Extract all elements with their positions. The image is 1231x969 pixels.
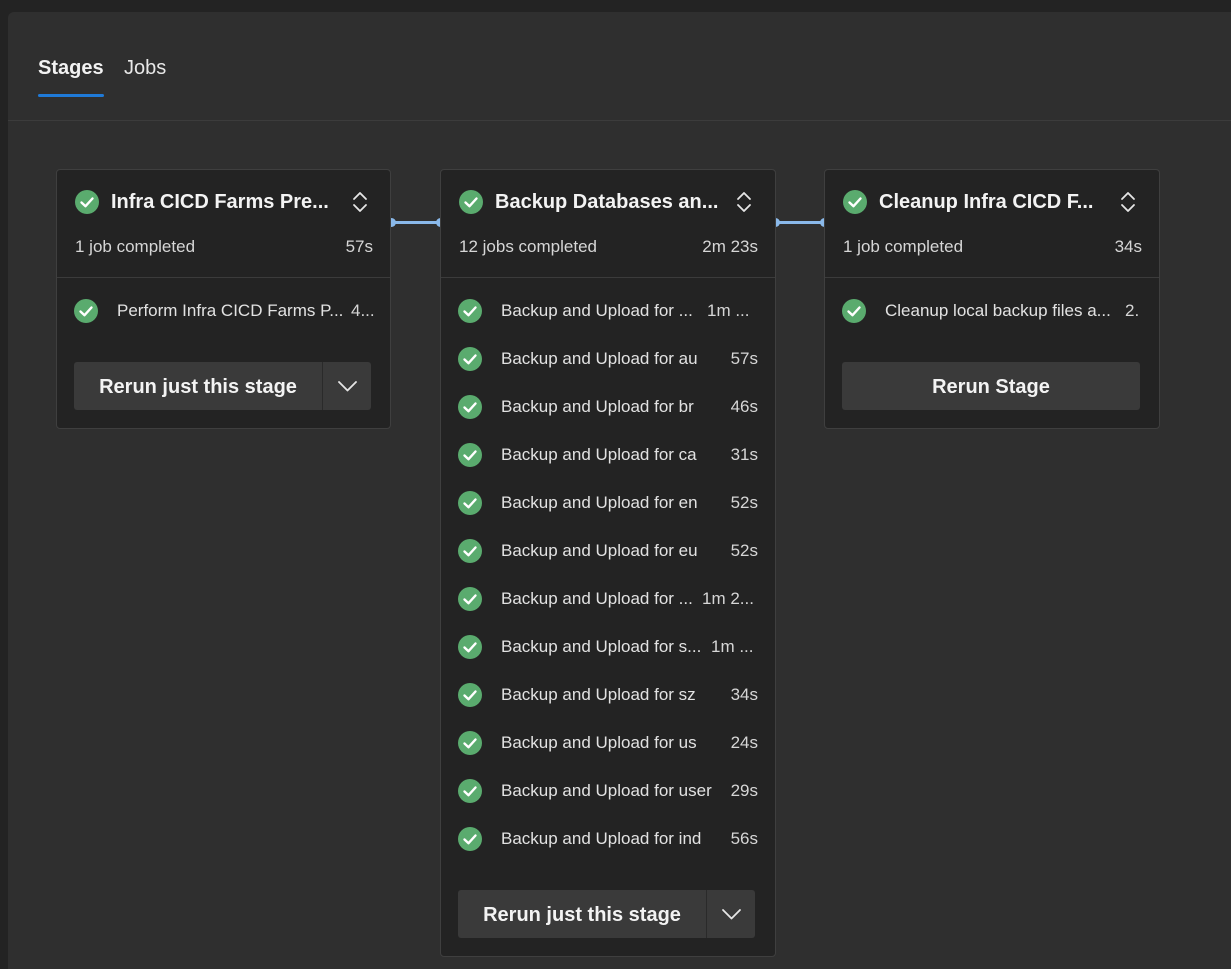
- job-time: 1m 2...: [702, 589, 754, 608]
- success-check-icon: [842, 299, 866, 323]
- job-time: 24s: [730, 733, 758, 752]
- job-time: 46s: [730, 397, 758, 416]
- split-divider: [322, 362, 323, 410]
- job-label: Backup and Upload for ...: [501, 589, 693, 608]
- rerun-button-label: Rerun Stage: [932, 376, 1050, 398]
- job-row[interactable]: Backup and Upload for en 52s: [441, 479, 775, 527]
- success-check-icon: [458, 443, 482, 467]
- stage-card-infra-cicd: Infra CICD Farms Pre... 1 job completed …: [56, 169, 391, 429]
- stage-connector-1: [392, 221, 440, 224]
- job-label: Backup and Upload for au: [501, 349, 698, 368]
- job-time: 52s: [730, 493, 758, 512]
- job-label: Backup and Upload for ca: [501, 445, 697, 464]
- job-row[interactable]: Backup and Upload for ... 1m 2...: [441, 575, 775, 623]
- job-row[interactable]: Backup and Upload for user 29s: [441, 767, 775, 815]
- job-time: 4...: [351, 301, 375, 320]
- rerun-just-this-stage-button[interactable]: Rerun just this stage: [458, 890, 706, 938]
- expand-collapse-icon[interactable]: [1117, 190, 1139, 214]
- job-row[interactable]: Backup and Upload for eu 52s: [441, 527, 775, 575]
- stage-card-backup-databases: Backup Databases an... 12 jobs completed…: [440, 169, 776, 957]
- job-label: Perform Infra CICD Farms P...: [117, 301, 344, 320]
- tab-stages[interactable]: Stages: [38, 56, 104, 97]
- job-label: Backup and Upload for ...: [501, 301, 693, 320]
- tab-jobs[interactable]: Jobs: [124, 56, 166, 80]
- job-row[interactable]: Perform Infra CICD Farms P... 4...: [57, 287, 390, 335]
- job-time: 56s: [730, 829, 758, 848]
- job-row[interactable]: Backup and Upload for ca 31s: [441, 431, 775, 479]
- stage-title: Backup Databases an...: [495, 191, 719, 213]
- expand-collapse-icon[interactable]: [733, 190, 755, 214]
- rerun-just-this-stage-button[interactable]: Rerun just this stage: [74, 362, 322, 410]
- stage-duration: 2m 23s: [702, 237, 758, 256]
- job-label: Backup and Upload for user: [501, 781, 712, 800]
- stage-summary: 1 job completed: [843, 237, 964, 256]
- success-check-icon: [74, 299, 98, 323]
- chevron-down-icon[interactable]: [708, 890, 755, 938]
- job-time: 52s: [730, 541, 758, 560]
- stage-header[interactable]: Backup Databases an... 12 jobs completed…: [441, 170, 775, 278]
- job-time: 29s: [730, 781, 758, 800]
- stage-summary: 12 jobs completed: [459, 237, 597, 256]
- job-row[interactable]: Backup and Upload for br 46s: [441, 383, 775, 431]
- rerun-button-label: Rerun just this stage: [483, 904, 681, 926]
- stage-title: Infra CICD Farms Pre...: [111, 191, 329, 213]
- success-check-icon: [458, 779, 482, 803]
- success-check-icon: [458, 587, 482, 611]
- job-row[interactable]: Backup and Upload for ... 1m ...: [441, 287, 775, 335]
- job-row[interactable]: Backup and Upload for s... 1m ...: [441, 623, 775, 671]
- stage-summary: 1 job completed: [75, 237, 196, 256]
- job-label: Backup and Upload for sz: [501, 685, 696, 704]
- tab-stages-label: Stages: [38, 57, 104, 79]
- success-check-icon: [458, 299, 482, 323]
- stage-header[interactable]: Cleanup Infra CICD F... 1 job completed …: [825, 170, 1159, 278]
- job-row[interactable]: Backup and Upload for us 24s: [441, 719, 775, 767]
- success-check-icon: [458, 539, 482, 563]
- job-time: 57s: [730, 349, 758, 368]
- stage-duration: 57s: [345, 237, 373, 256]
- active-tab-indicator: [38, 94, 104, 97]
- stage-connector-2: [776, 221, 824, 224]
- job-label: Backup and Upload for eu: [501, 541, 698, 560]
- job-label: Backup and Upload for br: [501, 397, 694, 416]
- success-check-icon: [75, 190, 99, 214]
- expand-collapse-icon[interactable]: [349, 190, 371, 214]
- success-check-icon: [458, 347, 482, 371]
- success-check-icon: [458, 683, 482, 707]
- success-check-icon: [459, 190, 483, 214]
- stage-title: Cleanup Infra CICD F...: [879, 191, 1094, 213]
- rerun-stage-split-button: Rerun just this stage: [458, 890, 755, 938]
- split-divider: [706, 890, 707, 938]
- success-check-icon: [458, 635, 482, 659]
- job-time: 1m ...: [711, 637, 754, 656]
- success-check-icon: [458, 491, 482, 515]
- pipeline-panel: Stages Jobs Infra CICD Farms Pre... 1 jo…: [8, 12, 1231, 969]
- job-label: Cleanup local backup files a...: [885, 301, 1111, 320]
- job-label: Backup and Upload for s...: [501, 637, 702, 656]
- job-label: Backup and Upload for us: [501, 733, 697, 752]
- rerun-stage-button[interactable]: Rerun Stage: [842, 362, 1140, 410]
- success-check-icon: [458, 395, 482, 419]
- job-time: 31s: [730, 445, 758, 464]
- success-check-icon: [843, 190, 867, 214]
- success-check-icon: [458, 827, 482, 851]
- tab-jobs-label: Jobs: [124, 57, 167, 79]
- job-label: Backup and Upload for en: [501, 493, 698, 512]
- rerun-button-label: Rerun just this stage: [99, 376, 297, 398]
- chevron-down-icon[interactable]: [324, 362, 371, 410]
- success-check-icon: [458, 731, 482, 755]
- job-time: 1m ...: [707, 301, 750, 320]
- tab-bar: Stages Jobs: [8, 12, 1231, 121]
- job-row[interactable]: Backup and Upload for au 57s: [441, 335, 775, 383]
- job-row[interactable]: Backup and Upload for sz 34s: [441, 671, 775, 719]
- stage-card-cleanup-infra: Cleanup Infra CICD F... 1 job completed …: [824, 169, 1160, 429]
- job-time: 34s: [730, 685, 758, 704]
- stage-duration: 34s: [1114, 237, 1142, 256]
- job-label: Backup and Upload for ind: [501, 829, 702, 848]
- rerun-stage-split-button: Rerun just this stage: [74, 362, 371, 410]
- job-row[interactable]: Backup and Upload for ind 56s: [441, 815, 775, 863]
- job-time: 2.: [1125, 301, 1140, 320]
- stage-header[interactable]: Infra CICD Farms Pre... 1 job completed …: [57, 170, 390, 278]
- job-row[interactable]: Cleanup local backup files a... 2.: [825, 287, 1159, 335]
